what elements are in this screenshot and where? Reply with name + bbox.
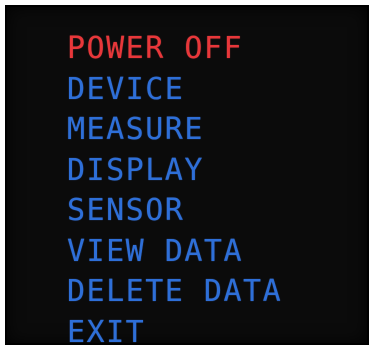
- menu-item-exit[interactable]: EXIT: [67, 313, 282, 353]
- menu-item-measure[interactable]: MEASURE: [67, 110, 282, 151]
- main-menu: POWER OFF DEVICE MEASURE DISPLAY SENSOR …: [67, 29, 282, 353]
- menu-item-sensor[interactable]: SENSOR: [67, 191, 282, 232]
- menu-item-delete-data[interactable]: DELETE DATA: [67, 272, 282, 313]
- menu-item-device[interactable]: DEVICE: [67, 70, 282, 111]
- device-screen: POWER OFF DEVICE MEASURE DISPLAY SENSOR …: [5, 5, 369, 345]
- menu-item-display[interactable]: DISPLAY: [67, 151, 282, 192]
- menu-item-view-data[interactable]: VIEW DATA: [67, 232, 282, 273]
- menu-item-power-off[interactable]: POWER OFF: [67, 29, 282, 70]
